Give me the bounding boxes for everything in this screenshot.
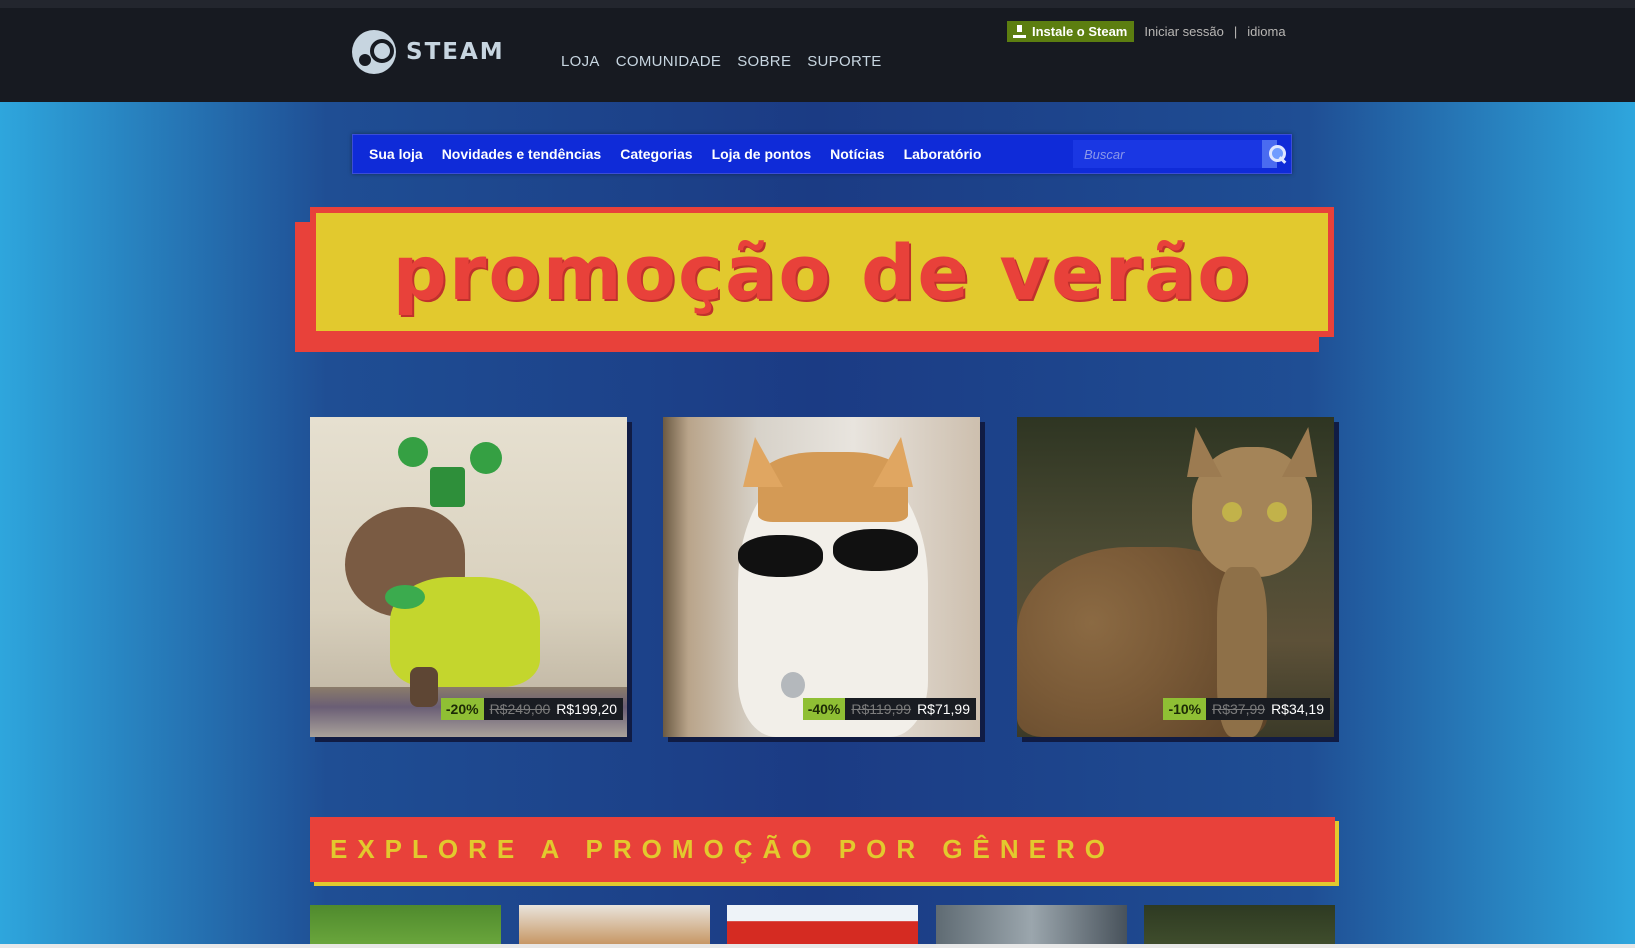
store-nav-laboratorio[interactable]: Laboratório bbox=[904, 146, 982, 162]
nav-comunidade[interactable]: COMUNIDADE bbox=[616, 53, 722, 70]
product-image-cool-cat bbox=[663, 417, 980, 737]
discount-badge: -40% bbox=[802, 698, 846, 720]
discount-badge: -20% bbox=[440, 698, 484, 720]
price-box: -40% R$119,99 R$71,99 bbox=[802, 698, 976, 720]
global-header: STEAM LOJA COMUNIDADE SOBRE SUPORTE Inst… bbox=[0, 0, 1635, 102]
search-icon[interactable] bbox=[1262, 140, 1286, 168]
store-nav-loja-de-pontos[interactable]: Loja de pontos bbox=[712, 146, 812, 162]
price-box: -20% R$249,00 R$199,20 bbox=[440, 698, 623, 720]
final-price: R$34,19 bbox=[1271, 701, 1324, 717]
language-dropdown[interactable]: idioma bbox=[1247, 24, 1285, 39]
steam-logo-icon bbox=[352, 30, 396, 74]
summer-sale-banner: promoção de verão bbox=[310, 207, 1334, 337]
product-image-wild-cat bbox=[1017, 417, 1334, 737]
genre-thumb[interactable] bbox=[936, 905, 1127, 945]
store-nav-categorias[interactable]: Categorias bbox=[620, 146, 692, 162]
prices: R$249,00 R$199,20 bbox=[483, 698, 623, 720]
store-nav-novidades[interactable]: Novidades e tendências bbox=[442, 146, 602, 162]
final-price: R$199,20 bbox=[556, 701, 617, 717]
nav-sobre[interactable]: SOBRE bbox=[737, 53, 791, 70]
store-nav-items: Sua loja Novidades e tendências Categori… bbox=[369, 146, 981, 162]
account-area: Instale o Steam Iniciar sessão | idioma bbox=[1007, 21, 1286, 42]
genre-section-title: EXPLORE A PROMOÇÃO POR GÊNERO bbox=[330, 834, 1116, 864]
store-nav-noticias[interactable]: Notícias bbox=[830, 146, 884, 162]
login-link[interactable]: Iniciar sessão bbox=[1144, 24, 1223, 39]
genre-section-header: EXPLORE A PROMOÇÃO POR GÊNERO bbox=[310, 817, 1335, 882]
product-card-cool-cat[interactable]: -40% R$119,99 R$71,99 bbox=[663, 417, 980, 737]
install-steam-button[interactable]: Instale o Steam bbox=[1007, 21, 1135, 42]
search-input[interactable] bbox=[1073, 140, 1262, 168]
genre-thumb[interactable] bbox=[727, 905, 918, 945]
original-price: R$37,99 bbox=[1212, 701, 1266, 717]
nav-suporte[interactable]: SUPORTE bbox=[807, 53, 881, 70]
genre-thumb[interactable] bbox=[310, 905, 501, 945]
discount-badge: -10% bbox=[1163, 698, 1207, 720]
steam-logo-text: STEAM bbox=[406, 39, 505, 65]
prices: R$119,99 R$71,99 bbox=[845, 698, 976, 720]
product-image-capybara bbox=[310, 417, 627, 737]
summer-sale-title: promoção de verão bbox=[392, 227, 1252, 317]
final-price: R$71,99 bbox=[917, 701, 970, 717]
window-bottom-edge bbox=[0, 944, 1635, 948]
account-separator: | bbox=[1233, 24, 1238, 39]
price-box: -10% R$37,99 R$34,19 bbox=[1163, 698, 1330, 720]
store-search bbox=[1073, 140, 1286, 168]
store-nav: Sua loja Novidades e tendências Categori… bbox=[352, 134, 1292, 174]
install-steam-label: Instale o Steam bbox=[1032, 24, 1128, 39]
original-price: R$249,00 bbox=[489, 701, 551, 717]
nav-loja[interactable]: LOJA bbox=[561, 53, 600, 70]
product-card-wild-cat[interactable]: -10% R$37,99 R$34,19 bbox=[1017, 417, 1334, 737]
download-icon bbox=[1013, 24, 1026, 39]
steam-logo[interactable]: STEAM bbox=[352, 30, 505, 74]
genre-thumb[interactable] bbox=[1144, 905, 1335, 945]
prices: R$37,99 R$34,19 bbox=[1206, 698, 1330, 720]
original-price: R$119,99 bbox=[851, 701, 912, 717]
main-nav: LOJA COMUNIDADE SOBRE SUPORTE bbox=[561, 53, 882, 70]
genre-thumb[interactable] bbox=[519, 905, 710, 945]
summer-sale-banner-inner: promoção de verão bbox=[316, 213, 1328, 331]
product-card-capybara[interactable]: -20% R$249,00 R$199,20 bbox=[310, 417, 627, 737]
store-nav-sua-loja[interactable]: Sua loja bbox=[369, 146, 423, 162]
